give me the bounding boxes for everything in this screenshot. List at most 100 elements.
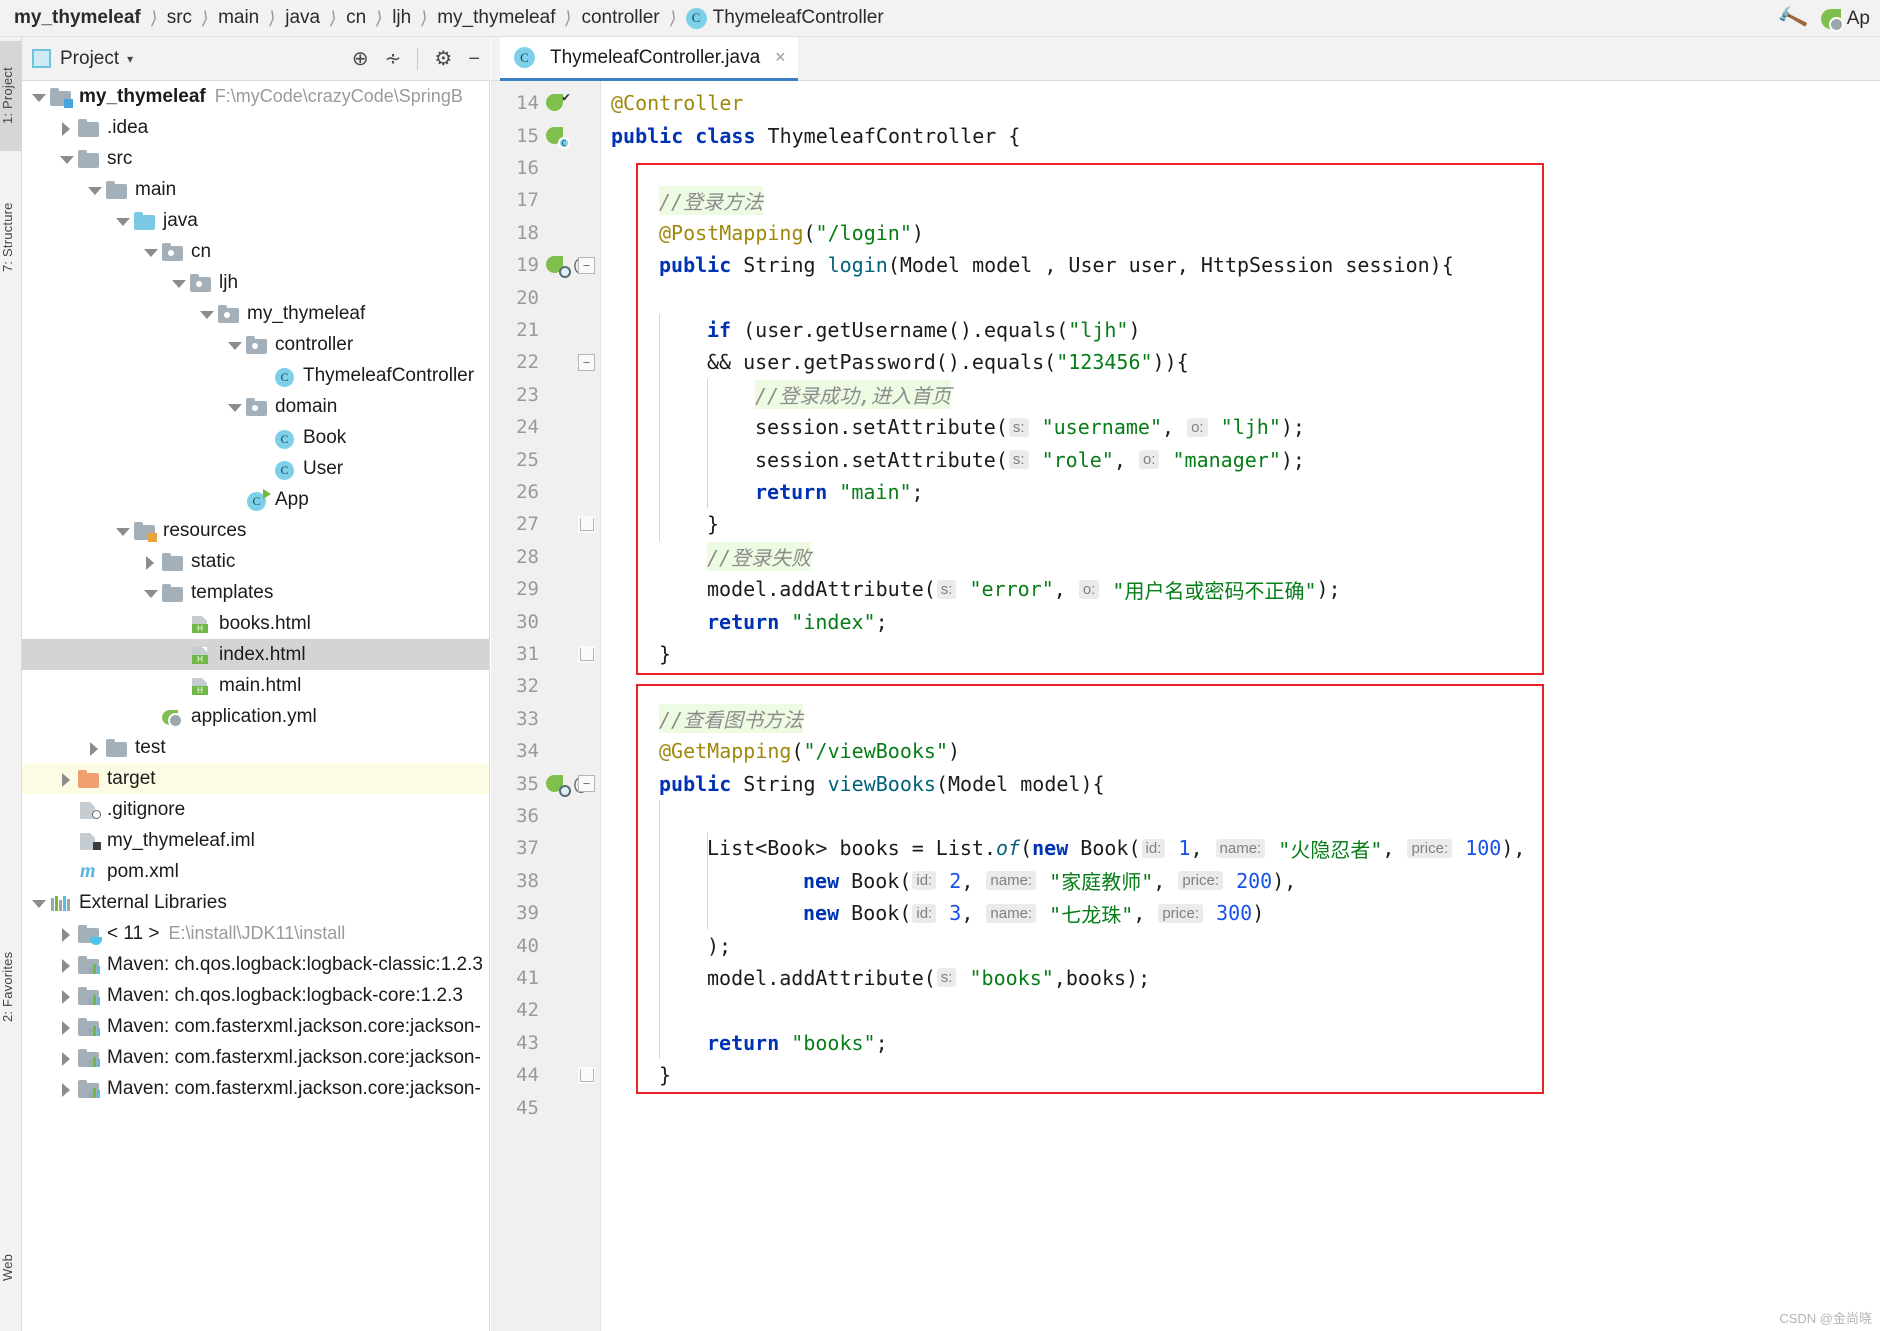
run-configuration[interactable]: Ap	[1820, 8, 1870, 32]
locate-icon[interactable]: ⊕	[352, 49, 369, 69]
sidebar-item-structure[interactable]: 7: Structure	[0, 172, 22, 302]
breadcrumb-item-class[interactable]: ThymeleafController	[713, 7, 884, 29]
tree-item[interactable]: .idea	[22, 112, 489, 143]
tree-item[interactable]: my_thymeleaf.iml	[22, 825, 489, 856]
tree-item[interactable]: my_thymeleaf	[22, 298, 489, 329]
editor-gutter[interactable]: 14✔15C16171819@2021222324252627282930313…	[491, 81, 601, 1331]
gutter-line[interactable]: 38	[491, 865, 601, 897]
code-fold-end-icon[interactable]	[578, 645, 595, 663]
gutter-line[interactable]: 25	[491, 443, 601, 475]
breadcrumb-item-cn[interactable]: cn	[346, 7, 366, 29]
project-tree[interactable]: my_thymeleaf F:\myCode\crazyCode\SpringB.…	[22, 81, 490, 1331]
tree-item[interactable]: Maven: ch.qos.logback:logback-core:1.2.3	[22, 980, 489, 1011]
gutter-line[interactable]: 45	[491, 1091, 601, 1123]
code-line[interactable]: @GetMapping("/viewBooks")	[659, 735, 960, 767]
gutter-line[interactable]: 29	[491, 573, 601, 605]
tree-item[interactable]: templates	[22, 577, 489, 608]
tree-item[interactable]: C ThymeleafController	[22, 360, 489, 391]
gutter-line[interactable]: 41	[491, 962, 601, 994]
code-fold-end-icon[interactable]	[578, 516, 595, 534]
code-fold-collapse-icon[interactable]: −	[578, 354, 595, 372]
tree-item[interactable]: < 11 > E:\install\JDK11\install	[22, 918, 489, 949]
tree-item[interactable]: target	[22, 763, 489, 794]
code-line[interactable]: session.setAttribute(s: "username", o: "…	[755, 411, 1305, 443]
chevron-right-icon[interactable]	[58, 957, 74, 973]
gutter-line[interactable]: 26	[491, 476, 601, 508]
tree-item[interactable]: Maven: ch.qos.logback:logback-classic:1.…	[22, 949, 489, 980]
tree-item[interactable]: Hindex.html	[22, 639, 489, 670]
spring-bean-check-icon[interactable]: ✔	[546, 90, 570, 113]
gutter-line[interactable]: 24	[491, 411, 601, 443]
breadcrumb-item-main[interactable]: main	[218, 7, 259, 29]
chevron-down-icon[interactable]	[114, 213, 130, 229]
gutter-line[interactable]: 17	[491, 184, 601, 216]
chevron-down-icon[interactable]	[142, 585, 158, 601]
gutter-line[interactable]: 30	[491, 605, 601, 637]
code-line[interactable]: public String login (Model model , User u…	[659, 249, 1454, 281]
gutter-line[interactable]: 36	[491, 800, 601, 832]
code-line[interactable]: new Book(id: 2, name: "家庭教师", price: 200…	[803, 865, 1296, 897]
chevron-right-icon[interactable]	[86, 740, 102, 756]
tree-item[interactable]: C User	[22, 453, 489, 484]
tree-item[interactable]: java	[22, 205, 489, 236]
chevron-down-icon[interactable]	[86, 182, 102, 198]
tree-item[interactable]: .gitignore	[22, 794, 489, 825]
chevron-down-icon[interactable]	[142, 244, 158, 260]
breadcrumb-item-my-thymeleaf[interactable]: my_thymeleaf	[437, 7, 555, 29]
code-line[interactable]: return "books";	[707, 1027, 888, 1059]
code-line[interactable]: List<Book> books = List. of(new Book(id: …	[707, 832, 1525, 864]
code-line[interactable]: }	[659, 638, 671, 670]
tree-item[interactable]: Maven: com.fasterxml.jackson.core:jackso…	[22, 1073, 489, 1104]
code-line[interactable]: if (user.getUsername().equals("ljh")	[707, 314, 1141, 346]
code-line[interactable]: //登录失败	[707, 541, 812, 573]
code-line[interactable]: return "main";	[755, 476, 924, 508]
chevron-down-icon[interactable]	[58, 151, 74, 167]
gutter-line[interactable]: 37	[491, 832, 601, 864]
gear-icon[interactable]: ⚙	[434, 49, 452, 69]
collapse-all-icon[interactable]: ∻	[385, 49, 402, 69]
gutter-line[interactable]: 40	[491, 929, 601, 961]
chevron-right-icon[interactable]	[142, 554, 158, 570]
code-line[interactable]: public class ThymeleafController {	[611, 119, 1020, 151]
chevron-down-icon[interactable]	[30, 895, 46, 911]
code-line[interactable]: );	[707, 929, 731, 961]
spring-mapping-icon[interactable]	[546, 774, 571, 797]
tree-item[interactable]: resources	[22, 515, 489, 546]
gutter-line[interactable]: 16	[491, 152, 601, 184]
chevron-down-icon[interactable]: ▾	[127, 52, 133, 66]
code-editor[interactable]: CSDN @金尚晓 @Controller public class Thymel…	[601, 81, 1880, 1331]
chevron-down-icon[interactable]	[30, 89, 46, 105]
gutter-line[interactable]: 23	[491, 379, 601, 411]
code-fold-collapse-icon[interactable]: −	[578, 775, 595, 793]
chevron-down-icon[interactable]	[226, 399, 242, 415]
code-line[interactable]: public String viewBooks (Model model){	[659, 767, 1105, 799]
tree-item[interactable]: main	[22, 174, 489, 205]
tree-item[interactable]: Hmain.html	[22, 670, 489, 701]
chevron-right-icon[interactable]	[58, 771, 74, 787]
gutter-line[interactable]: 43	[491, 1027, 601, 1059]
tree-item[interactable]: application.yml	[22, 701, 489, 732]
tree-item[interactable]: controller	[22, 329, 489, 360]
code-line[interactable]: model.addAttribute(s: "books" ,books);	[707, 962, 1150, 994]
gutter-line[interactable]: 32	[491, 670, 601, 702]
code-line[interactable]: session.setAttribute(s: "role", o: "mana…	[755, 443, 1305, 475]
tree-item[interactable]: cn	[22, 236, 489, 267]
gutter-line[interactable]: 18	[491, 217, 601, 249]
chevron-right-icon[interactable]	[58, 1019, 74, 1035]
tree-item[interactable]: Maven: com.fasterxml.jackson.core:jackso…	[22, 1042, 489, 1073]
code-line[interactable]: model.addAttribute(s: "error", o: "用户名或密…	[707, 573, 1341, 605]
spring-mapping-icon[interactable]	[546, 255, 571, 279]
gutter-line[interactable]: 39	[491, 897, 601, 929]
code-line[interactable]: //查看图书方法	[659, 703, 804, 735]
tree-item[interactable]: ljh	[22, 267, 489, 298]
tree-item[interactable]: C Book	[22, 422, 489, 453]
code-line[interactable]: return "index";	[707, 605, 888, 637]
code-line[interactable]: }	[659, 1059, 671, 1091]
gutter-line[interactable]: 21	[491, 314, 601, 346]
chevron-down-icon[interactable]	[114, 523, 130, 539]
code-line[interactable]: }	[707, 508, 719, 540]
code-line[interactable]: new Book(id: 3, name: "七龙珠", price: 300)	[803, 897, 1264, 929]
chevron-down-icon[interactable]	[170, 275, 186, 291]
spring-class-icon[interactable]: C	[546, 126, 570, 149]
chevron-right-icon[interactable]	[58, 1050, 74, 1066]
